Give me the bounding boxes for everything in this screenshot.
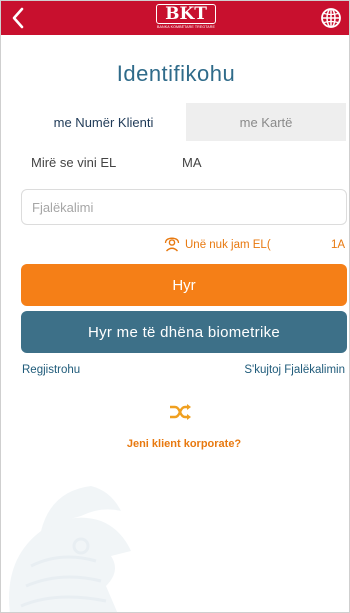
shuffle-icon	[170, 404, 191, 420]
biometric-login-button[interactable]: Hyr me të dhëna biometrike	[21, 311, 347, 353]
welcome-text: Mirë se vini EL	[31, 155, 117, 170]
not-me-link[interactable]: Unë nuk jam EL(	[164, 237, 271, 253]
corporate-switch-button[interactable]	[168, 403, 192, 421]
register-link[interactable]: Regjistrohu	[22, 364, 80, 376]
forgot-password-link[interactable]: S'kujtoj Fjalëkalimin	[244, 364, 345, 376]
language-button[interactable]	[319, 6, 343, 30]
logo-subtitle: BANKA KOMBËTARE TREGTARE	[157, 25, 215, 29]
login-button[interactable]: Hyr	[21, 264, 347, 306]
corporate-client-link[interactable]: Jeni klient korporate?	[1, 438, 349, 450]
login-screen: BKT BANKA KOMBËTARE TREGTARE Identifikoh…	[0, 0, 350, 613]
tab-card[interactable]: me Kartë	[186, 103, 346, 141]
password-field[interactable]	[21, 189, 347, 225]
warrior-helmet-watermark	[9, 486, 131, 612]
page-title: Identifikohu	[116, 61, 236, 86]
not-me-text: Unë nuk jam EL(	[185, 239, 271, 251]
tab-client-number[interactable]: me Numër Klienti	[21, 103, 186, 141]
back-chevron-icon	[12, 7, 24, 29]
header-bar: BKT BANKA KOMBËTARE TREGTARE	[1, 1, 349, 35]
bank-logo: BKT BANKA KOMBËTARE TREGTARE	[156, 4, 216, 32]
back-button[interactable]	[5, 4, 31, 32]
welcome-name-suffix: MA	[182, 155, 202, 170]
globe-icon	[321, 8, 341, 28]
not-me-name-suffix: 1A	[331, 239, 346, 251]
logo-text: BKT	[165, 4, 207, 24]
phone-person-icon	[164, 237, 180, 252]
